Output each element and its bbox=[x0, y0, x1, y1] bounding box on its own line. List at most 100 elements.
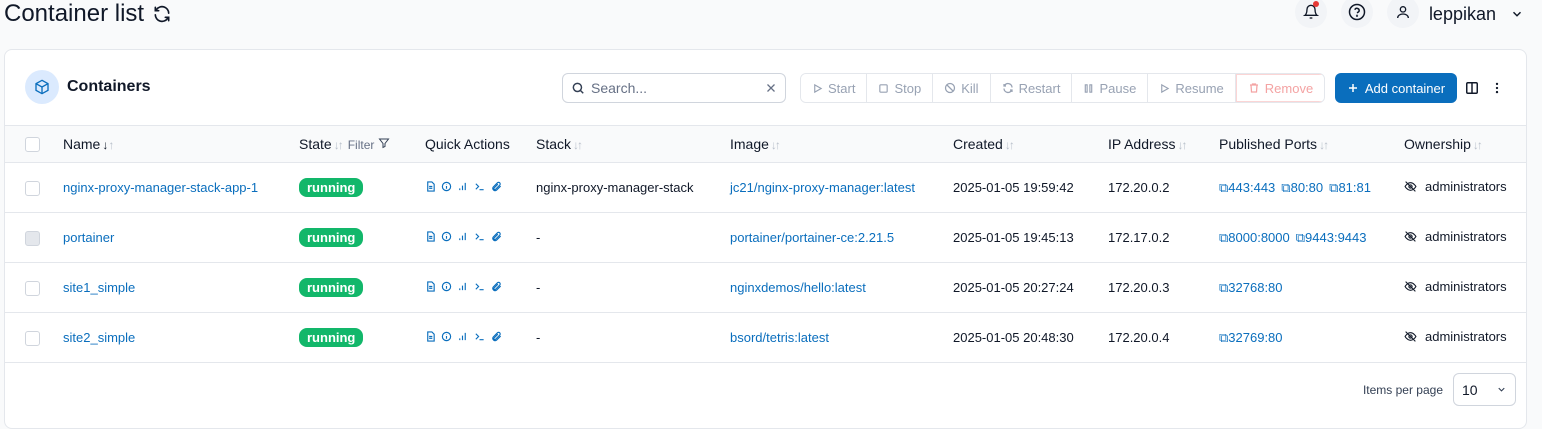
row-checkbox[interactable] bbox=[25, 230, 40, 246]
info-icon[interactable] bbox=[441, 331, 452, 342]
play-icon bbox=[1161, 83, 1170, 93]
start-button[interactable]: Start bbox=[801, 74, 868, 102]
info-icon[interactable] bbox=[441, 231, 452, 242]
pause-button[interactable]: Pause bbox=[1072, 74, 1149, 102]
clear-icon[interactable] bbox=[765, 82, 777, 94]
ownership: administrators bbox=[1404, 329, 1507, 344]
col-image[interactable]: Image ↓↑ bbox=[730, 126, 953, 163]
col-ip[interactable]: IP Address ↓↑ bbox=[1108, 126, 1219, 163]
image-link[interactable]: nginxdemos/hello:latest bbox=[730, 280, 866, 295]
port-label: 443:443 bbox=[1228, 179, 1276, 195]
info-icon[interactable] bbox=[441, 281, 452, 292]
sort-icon: ↓↑ bbox=[573, 138, 583, 152]
image-link[interactable]: portainer/portainer-ce:2.21.5 bbox=[730, 230, 894, 245]
ownership-label: administrators bbox=[1425, 329, 1507, 344]
console-icon[interactable] bbox=[473, 181, 486, 192]
container-name-link[interactable]: nginx-proxy-manager-stack-app-1 bbox=[63, 180, 258, 195]
col-name[interactable]: Name ↓ ↑ bbox=[63, 126, 299, 163]
port-label: 32768:80 bbox=[1228, 279, 1283, 295]
col-stack[interactable]: Stack ↓↑ bbox=[536, 126, 730, 163]
containers-table: Name ↓ ↑ State ↓↑ Filter Quick Actions Stack… bbox=[5, 125, 1526, 363]
search-input[interactable] bbox=[591, 80, 759, 96]
resume-button[interactable]: Resume bbox=[1148, 74, 1236, 102]
eye-off-icon bbox=[1404, 331, 1417, 342]
ownership-label: administrators bbox=[1425, 279, 1507, 294]
console-icon[interactable] bbox=[473, 281, 486, 292]
console-icon[interactable] bbox=[473, 331, 486, 342]
created-date: 2025-01-05 19:45:13 bbox=[953, 230, 1074, 245]
col-stack-label: Stack bbox=[536, 136, 572, 152]
row-checkbox[interactable] bbox=[25, 180, 40, 196]
restart-button[interactable]: Restart bbox=[990, 74, 1073, 102]
remove-button[interactable]: Remove bbox=[1235, 74, 1325, 102]
col-ports-label: Published Ports bbox=[1219, 136, 1318, 152]
more-options-icon[interactable] bbox=[1490, 81, 1504, 95]
port-link[interactable]: ⧉32768:80 bbox=[1219, 280, 1283, 295]
port-link[interactable]: ⧉80:80 bbox=[1281, 180, 1323, 195]
port-link[interactable]: ⧉9443:9443 bbox=[1296, 230, 1367, 245]
col-ownership[interactable]: Ownership ↓↑ bbox=[1404, 126, 1526, 163]
stop-button[interactable]: Stop bbox=[867, 74, 934, 102]
port-label: 81:81 bbox=[1338, 179, 1371, 195]
search-box[interactable] bbox=[562, 73, 786, 103]
user-icon bbox=[1396, 5, 1409, 19]
port-link[interactable]: ⧉32769:80 bbox=[1219, 330, 1283, 345]
columns-icon[interactable] bbox=[1465, 81, 1479, 95]
ownership: administrators bbox=[1404, 229, 1507, 244]
card-title: Containers bbox=[67, 78, 151, 95]
logs-icon[interactable] bbox=[425, 231, 436, 242]
console-icon[interactable] bbox=[473, 231, 486, 242]
row-checkbox[interactable] bbox=[25, 280, 40, 296]
attach-icon[interactable] bbox=[491, 181, 502, 192]
notification-dot bbox=[1312, 1, 1319, 7]
port-link[interactable]: ⧉8000:8000 bbox=[1219, 230, 1290, 245]
container-actions-group: Start Stop Kill Restart Pause Resume Rem… bbox=[800, 73, 1326, 103]
stack-name: - bbox=[536, 230, 541, 245]
col-ip-label: IP Address bbox=[1108, 136, 1176, 152]
logs-icon[interactable] bbox=[425, 331, 436, 342]
stats-icon[interactable] bbox=[457, 331, 468, 342]
attach-icon[interactable] bbox=[491, 281, 502, 292]
stats-icon[interactable] bbox=[457, 231, 468, 242]
col-state[interactable]: State ↓↑ Filter bbox=[299, 126, 425, 163]
container-name-link[interactable]: site1_simple bbox=[63, 280, 135, 295]
filter-label[interactable]: Filter bbox=[348, 138, 375, 152]
stats-icon[interactable] bbox=[457, 181, 468, 192]
user-avatar[interactable] bbox=[1386, 0, 1419, 28]
logs-icon[interactable] bbox=[425, 281, 436, 292]
quick-actions bbox=[425, 181, 502, 192]
port-link[interactable]: ⧉443:443 bbox=[1219, 180, 1275, 195]
add-container-button[interactable]: Add container bbox=[1335, 73, 1457, 103]
col-quick-actions: Quick Actions bbox=[425, 126, 536, 163]
plus-icon bbox=[1348, 84, 1357, 92]
col-ports[interactable]: Published Ports ↓↑ bbox=[1219, 126, 1404, 163]
select-all-checkbox[interactable] bbox=[25, 137, 40, 153]
refresh-icon[interactable] bbox=[152, 4, 172, 24]
info-icon[interactable] bbox=[441, 181, 452, 192]
notifications-button[interactable] bbox=[1294, 0, 1327, 28]
port-link[interactable]: ⧉81:81 bbox=[1329, 180, 1371, 195]
attach-icon[interactable] bbox=[491, 231, 502, 242]
items-per-page-select[interactable]: 10 bbox=[1453, 373, 1516, 406]
col-image-label: Image bbox=[730, 136, 769, 152]
table-header-row: Name ↓ ↑ State ↓↑ Filter Quick Actions Stack… bbox=[5, 125, 1526, 163]
filter-icon[interactable] bbox=[378, 137, 390, 149]
stats-icon[interactable] bbox=[457, 281, 468, 292]
row-checkbox[interactable] bbox=[25, 330, 40, 346]
kill-button[interactable]: Kill bbox=[933, 74, 991, 102]
image-link[interactable]: bsord/tetris:latest bbox=[730, 330, 829, 345]
stop-label: Stop bbox=[894, 80, 922, 96]
play-icon bbox=[814, 83, 823, 93]
col-created[interactable]: Created ↓↑ bbox=[953, 126, 1108, 163]
logs-icon[interactable] bbox=[425, 181, 436, 192]
ban-icon bbox=[945, 82, 956, 94]
help-button[interactable] bbox=[1340, 0, 1373, 28]
chevron-down-icon[interactable] bbox=[1510, 7, 1524, 21]
container-name-link[interactable]: site2_simple bbox=[63, 330, 135, 345]
image-link[interactable]: jc21/nginx-proxy-manager:latest bbox=[730, 180, 915, 195]
container-name-link[interactable]: portainer bbox=[63, 230, 114, 245]
attach-icon[interactable] bbox=[491, 331, 502, 342]
stack-name: nginx-proxy-manager-stack bbox=[536, 180, 694, 195]
user-name[interactable]: leppikan bbox=[1429, 4, 1496, 25]
pagination-footer: Items per page 10 bbox=[1363, 373, 1516, 406]
